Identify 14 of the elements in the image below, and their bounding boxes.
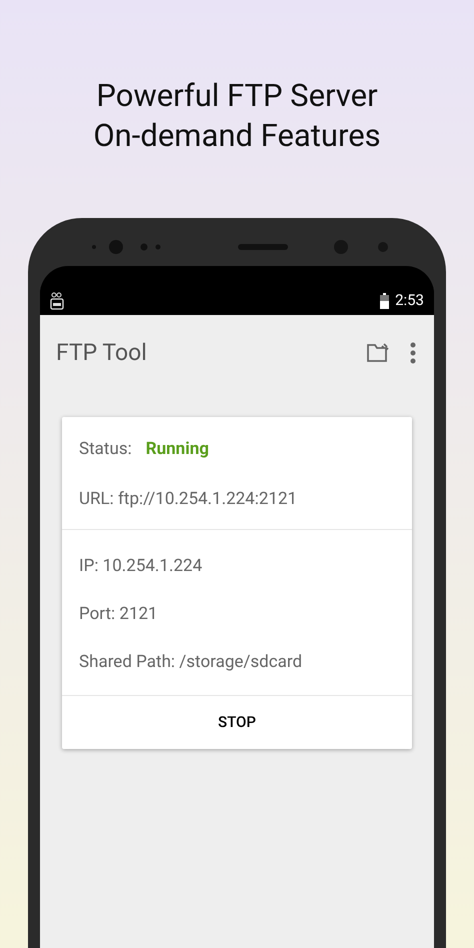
app-title: FTP Tool [56, 338, 147, 368]
status-value: Running [146, 438, 209, 462]
folder-icon[interactable] [366, 343, 390, 363]
clock-time: 2:53 [395, 290, 424, 312]
battery-icon [380, 292, 390, 308]
stop-button[interactable]: STOP [206, 702, 268, 742]
headline: On-demand Features [93, 116, 381, 156]
detail-text: Port: 2121 [79, 603, 159, 624]
more-menu-icon[interactable] [410, 342, 416, 364]
headline: Powerful FTP Server [96, 76, 378, 116]
detail-text: Shared Path: /storage/sdcard [79, 651, 304, 672]
status-label: Status: [79, 438, 132, 462]
url-text: URL: ftp://10.254.1.224:2121 [79, 488, 298, 509]
detail-text: IP: 10.254.1.224 [79, 555, 204, 576]
